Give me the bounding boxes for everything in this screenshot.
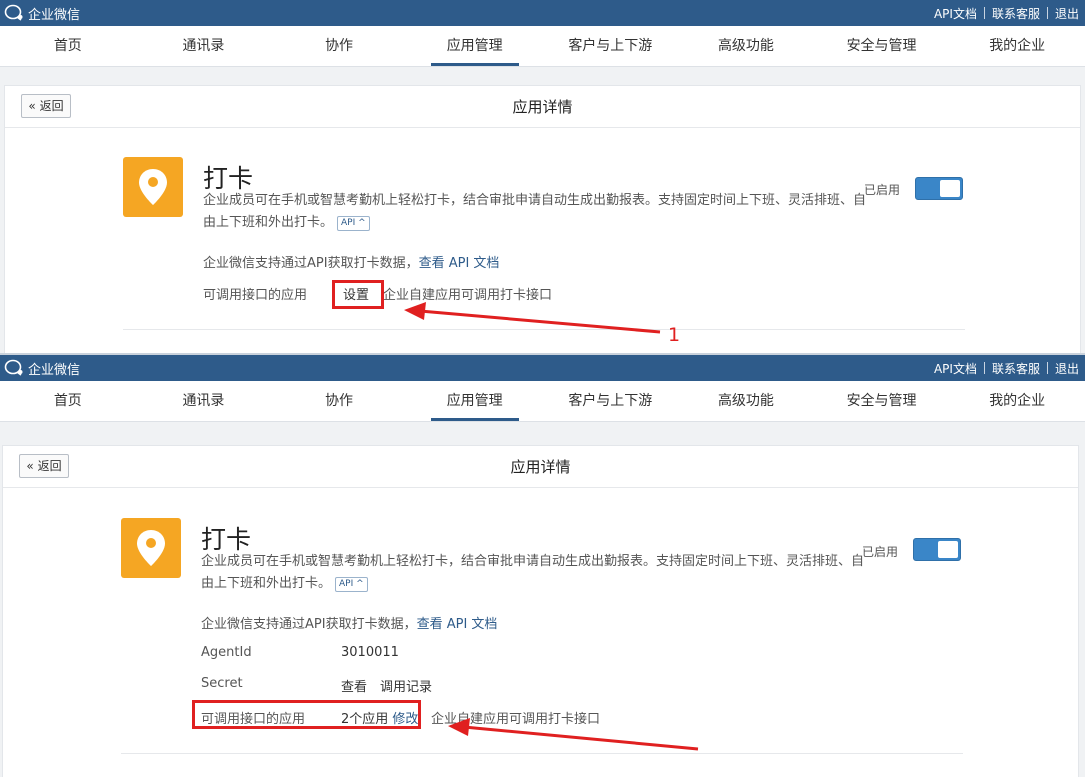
nav-contacts[interactable]: 通讯录 bbox=[136, 26, 272, 66]
nav-contacts[interactable]: 通讯录 bbox=[136, 381, 272, 421]
secret-view-link[interactable]: 查看 bbox=[341, 676, 367, 695]
nav-app-management[interactable]: 应用管理 bbox=[407, 381, 543, 421]
nav-advanced[interactable]: 高级功能 bbox=[678, 381, 814, 421]
secret-label: Secret bbox=[201, 676, 243, 691]
top-links: API文档 联系客服 退出 bbox=[934, 5, 1079, 22]
app-description: 企业成员可在手机或智慧考勤机上轻松打卡，结合审批申请自动生成出勤报表。支持固定时… bbox=[201, 551, 869, 595]
nav-customers[interactable]: 客户与上下游 bbox=[543, 381, 679, 421]
back-label: 返回 bbox=[39, 99, 64, 113]
api-note: 企业微信支持通过API获取打卡数据，查看 API 文档 bbox=[203, 252, 499, 271]
agentid-value: 3010011 bbox=[341, 645, 399, 660]
nav-home[interactable]: 首页 bbox=[0, 381, 136, 421]
api-note: 企业微信支持通过API获取打卡数据，查看 API 文档 bbox=[201, 613, 497, 632]
app-icon bbox=[121, 518, 181, 578]
back-label: 返回 bbox=[37, 459, 62, 473]
card-header: « 返回 应用详情 bbox=[5, 86, 1080, 128]
location-pin-icon bbox=[139, 169, 167, 205]
nav-collaboration[interactable]: 协作 bbox=[271, 26, 407, 66]
logout-link[interactable]: 退出 bbox=[1055, 360, 1079, 377]
annotation-highlight-box bbox=[332, 280, 384, 309]
toggle-knob bbox=[940, 180, 960, 197]
nav-security[interactable]: 安全与管理 bbox=[814, 26, 950, 66]
top-bar: 企业微信 API文档 联系客服 退出 bbox=[0, 355, 1085, 381]
view-api-docs-link[interactable]: 查看 API 文档 bbox=[417, 617, 498, 632]
screenshot-before: 企业微信 API文档 联系客服 退出 首页 通讯录 协作 应用管理 客户与上下游… bbox=[0, 0, 1085, 353]
annotation-number: 1 bbox=[668, 324, 681, 346]
divider bbox=[1046, 7, 1048, 19]
view-api-docs-link[interactable]: 查看 API 文档 bbox=[419, 256, 500, 271]
back-button[interactable]: « 返回 bbox=[19, 454, 69, 478]
contact-support-link[interactable]: 联系客服 bbox=[992, 5, 1040, 22]
api-docs-link[interactable]: API文档 bbox=[934, 360, 977, 377]
wechat-work-logo-icon bbox=[4, 359, 23, 376]
brand-name: 企业微信 bbox=[28, 362, 81, 378]
annotation-highlight-box bbox=[192, 700, 421, 729]
api-tag[interactable]: API ^ bbox=[337, 216, 370, 231]
api-docs-link[interactable]: API文档 bbox=[934, 5, 977, 22]
toggle-knob bbox=[938, 541, 958, 558]
api-tag[interactable]: API ^ bbox=[335, 577, 368, 592]
app-description-text: 企业成员可在手机或智慧考勤机上轻松打卡，结合审批申请自动生成出勤报表。支持固定时… bbox=[203, 193, 867, 230]
page-title: 应用详情 bbox=[512, 98, 573, 116]
nav-security[interactable]: 安全与管理 bbox=[814, 381, 950, 421]
logout-link[interactable]: 退出 bbox=[1055, 5, 1079, 22]
nav-my-company[interactable]: 我的企业 bbox=[949, 26, 1085, 66]
callable-apps-label: 可调用接口的应用 bbox=[203, 288, 308, 303]
status-label: 已启用 bbox=[862, 545, 899, 559]
top-links: API文档 联系客服 退出 bbox=[934, 360, 1079, 377]
back-button[interactable]: « 返回 bbox=[21, 94, 71, 118]
api-note-text: 企业微信支持通过API获取打卡数据， bbox=[201, 617, 417, 632]
card-header: « 返回 应用详情 bbox=[3, 446, 1078, 488]
enable-toggle[interactable] bbox=[913, 538, 961, 561]
nav-home[interactable]: 首页 bbox=[0, 26, 136, 66]
nav-customers[interactable]: 客户与上下游 bbox=[543, 26, 679, 66]
contact-support-link[interactable]: 联系客服 bbox=[992, 360, 1040, 377]
annotation-arrow bbox=[404, 302, 661, 334]
page-title: 应用详情 bbox=[510, 458, 571, 476]
nav-app-management[interactable]: 应用管理 bbox=[407, 26, 543, 66]
brand[interactable]: 企业微信 bbox=[4, 4, 80, 23]
brand[interactable]: 企业微信 bbox=[4, 359, 80, 378]
nav-advanced[interactable]: 高级功能 bbox=[678, 26, 814, 66]
main-nav: 首页 通讯录 协作 应用管理 客户与上下游 高级功能 安全与管理 我的企业 bbox=[0, 381, 1085, 422]
divider bbox=[983, 7, 985, 19]
secret-log-link[interactable]: 调用记录 bbox=[380, 676, 432, 695]
api-note-text: 企业微信支持通过API获取打卡数据， bbox=[203, 256, 419, 271]
location-pin-icon bbox=[137, 530, 165, 566]
status-label: 已启用 bbox=[864, 183, 901, 197]
top-bar: 企业微信 API文档 联系客服 退出 bbox=[0, 0, 1085, 26]
wechat-work-logo-icon bbox=[4, 4, 23, 21]
nav-my-company[interactable]: 我的企业 bbox=[949, 381, 1085, 421]
app-icon bbox=[123, 157, 183, 217]
enable-toggle[interactable] bbox=[915, 177, 963, 200]
brand-name: 企业微信 bbox=[28, 7, 81, 23]
main-nav: 首页 通讯录 协作 应用管理 客户与上下游 高级功能 安全与管理 我的企业 bbox=[0, 26, 1085, 67]
screenshot-after: 企业微信 API文档 联系客服 退出 首页 通讯录 协作 应用管理 客户与上下游… bbox=[0, 355, 1085, 777]
app-description: 企业成员可在手机或智慧考勤机上轻松打卡，结合审批申请自动生成出勤报表。支持固定时… bbox=[203, 190, 871, 234]
agentid-label: AgentId bbox=[201, 645, 252, 660]
app-description-text: 企业成员可在手机或智慧考勤机上轻松打卡，结合审批申请自动生成出勤报表。支持固定时… bbox=[201, 554, 865, 591]
annotation-arrow bbox=[448, 718, 699, 751]
divider bbox=[983, 362, 985, 374]
nav-collaboration[interactable]: 协作 bbox=[271, 381, 407, 421]
divider bbox=[1046, 362, 1048, 374]
